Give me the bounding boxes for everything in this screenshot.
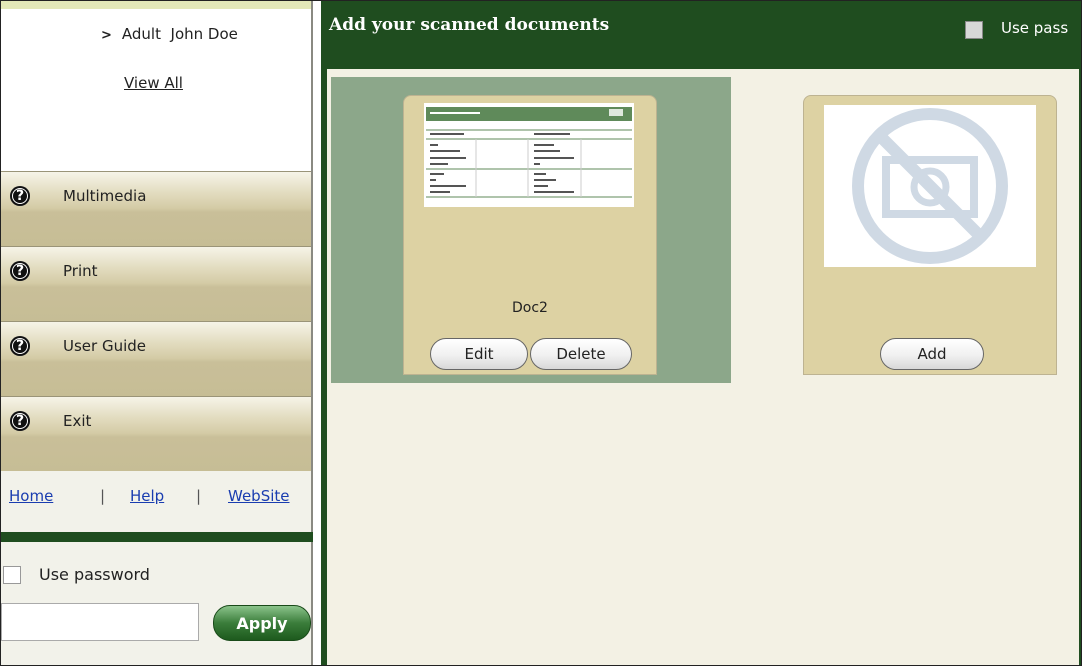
edit-button[interactable]: Edit [430, 338, 528, 370]
help-icon: ? [10, 186, 30, 206]
main-area: Add your scanned documents Use pass Doc2… [321, 1, 1081, 665]
sidebar-item-user-guide[interactable]: ? User Guide [1, 321, 311, 396]
no-image-icon [852, 108, 1008, 264]
use-password-checkbox-header[interactable] [965, 21, 983, 39]
link-separator: | [196, 487, 202, 505]
sidebar-item-label: Exit [63, 412, 92, 430]
password-input[interactable] [1, 603, 199, 641]
add-button[interactable]: Add [880, 338, 984, 370]
sidebar: > Adult John Doe View All ? Multimedia ? … [1, 1, 313, 665]
home-link[interactable]: Home [9, 487, 53, 505]
patient-name: Adult John Doe [121, 25, 238, 43]
documents-panel: Doc2 Edit Delete Add [327, 69, 1079, 665]
patient-panel: > Adult John Doe View All [1, 9, 311, 172]
sidebar-item-label: Print [63, 262, 98, 280]
empty-image-placeholder [824, 105, 1036, 267]
sidebar-top-bar [1, 1, 311, 9]
help-icon: ? [10, 336, 30, 356]
main-header: Add your scanned documents Use pass [321, 1, 1081, 69]
app-window: > Adult John Doe View All ? Multimedia ? … [0, 0, 1082, 666]
view-all-link[interactable]: View All [124, 74, 183, 92]
scanned-form-thumbnail-icon [424, 103, 634, 207]
add-document-card[interactable]: Add [803, 95, 1057, 375]
document-name: Doc2 [512, 300, 548, 316]
sidebar-item-label: User Guide [63, 337, 147, 355]
use-password-checkbox[interactable] [3, 566, 21, 584]
apply-button[interactable]: Apply [213, 605, 311, 641]
sidebar-divider-bar [1, 532, 313, 542]
delete-button[interactable]: Delete [530, 338, 632, 370]
document-card[interactable]: Doc2 Edit Delete [403, 95, 657, 375]
help-link[interactable]: Help [130, 487, 164, 505]
use-password-label: Use password [39, 565, 150, 584]
help-icon: ? [10, 411, 30, 431]
sidebar-item-exit[interactable]: ? Exit [1, 396, 311, 471]
patient-entry[interactable]: > Adult John Doe [101, 25, 238, 43]
help-icon: ? [10, 261, 30, 281]
page-title: Add your scanned documents [329, 15, 610, 35]
sidebar-item-label: Multimedia [63, 187, 147, 205]
website-link[interactable]: WebSite [228, 487, 290, 505]
link-separator: | [100, 487, 106, 505]
sidebar-item-print[interactable]: ? Print [1, 246, 311, 321]
chevron-right-icon: > [101, 28, 112, 43]
use-password-label-header: Use pass [1001, 19, 1069, 37]
document-thumbnail [424, 103, 634, 207]
sidebar-item-multimedia[interactable]: ? Multimedia [1, 171, 311, 246]
